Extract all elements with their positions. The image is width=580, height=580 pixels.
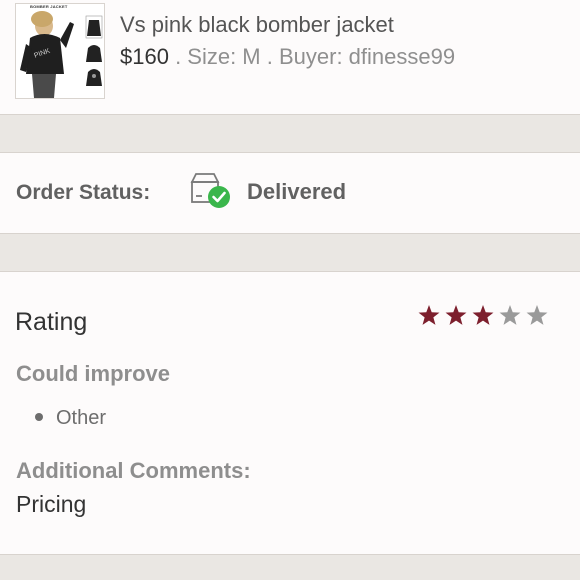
product-thumbnail[interactable]: BOMBER JACKET PINK: [15, 3, 105, 99]
additional-comments-label: Additional Comments:: [16, 458, 251, 483]
order-status-label: Order Status:: [16, 181, 151, 204]
package-delivered-icon: [188, 170, 232, 210]
order-details-page: BOMBER JACKET PINK Vs pink black bomber …: [0, 0, 580, 580]
additional-comments-value: Pricing: [16, 491, 87, 517]
star-filled-icon: [445, 305, 467, 325]
star-filled-icon: [472, 305, 494, 325]
product-meta: . Size: M . Buyer: dfinesse99: [168, 44, 456, 69]
product-title[interactable]: Vs pink black bomber jacket: [120, 12, 394, 38]
product-price: $160: [120, 44, 169, 69]
product-details: $160 . Size: M . Buyer: dfinesse99: [120, 44, 455, 70]
jacket-photo: PINK: [20, 11, 103, 98]
star-empty-icon: [526, 305, 548, 325]
star-filled-icon: [418, 305, 440, 325]
star-rating: [418, 305, 548, 325]
order-status-value: Delivered: [247, 179, 347, 204]
rating-label: Rating: [15, 308, 88, 336]
improve-reason-item: Other: [56, 407, 107, 429]
product-card[interactable]: BOMBER JACKET PINK Vs pink black bomber …: [0, 0, 580, 115]
could-improve-label: Could improve: [16, 361, 171, 386]
bullet-icon: [35, 413, 43, 421]
star-empty-icon: [499, 305, 521, 325]
